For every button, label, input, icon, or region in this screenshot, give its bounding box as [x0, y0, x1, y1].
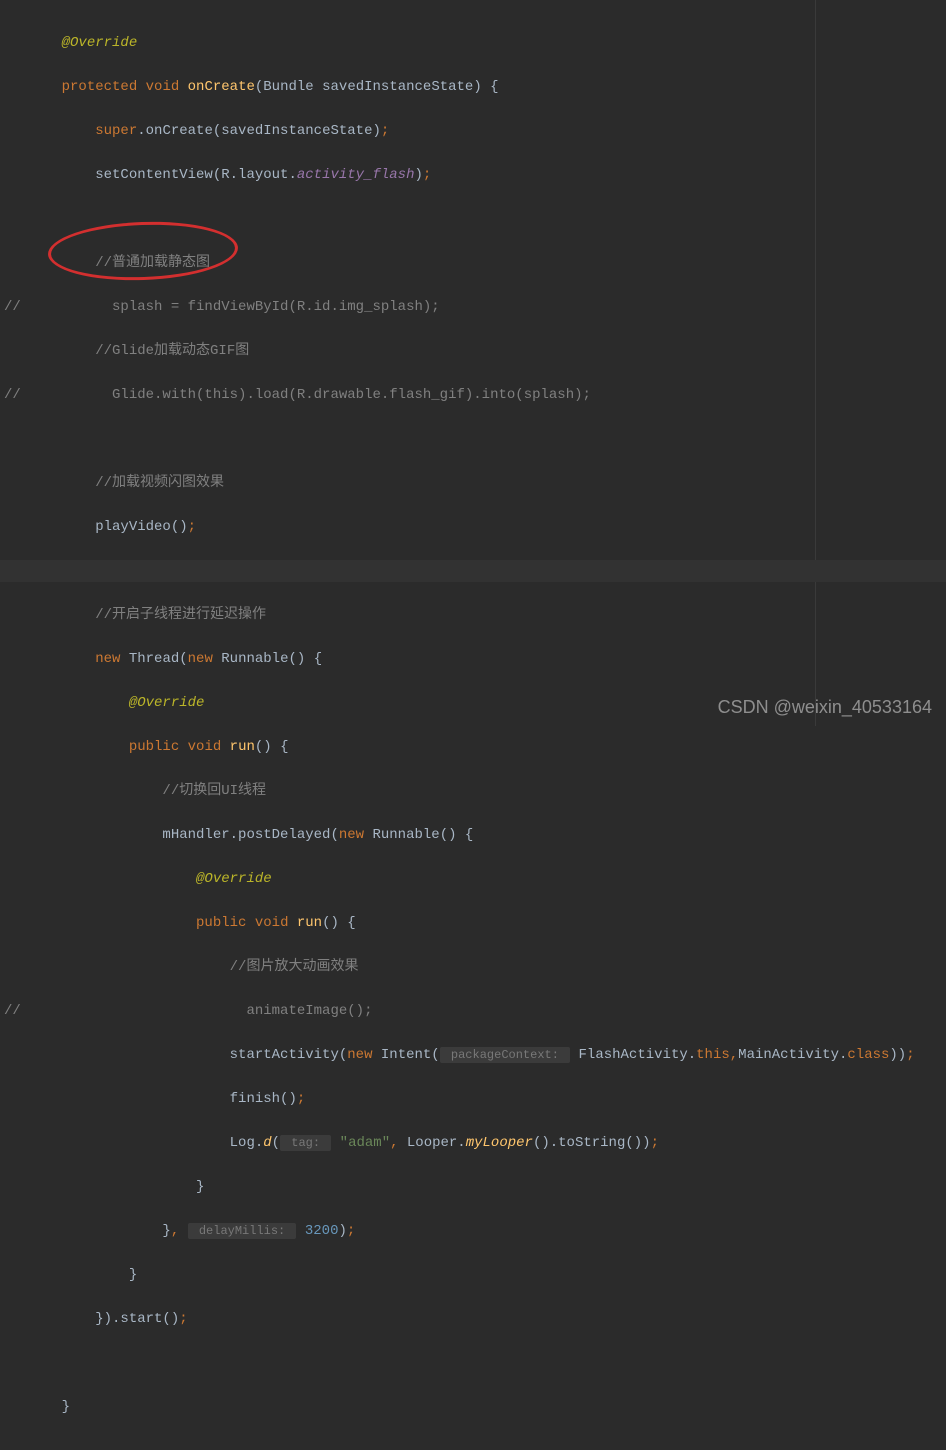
keyword-protected: protected	[62, 79, 138, 95]
parameter-hint: tag:	[280, 1135, 331, 1151]
parameter-hint: packageContext:	[440, 1047, 570, 1063]
keyword-super: super	[95, 123, 137, 139]
comment: //图片放大动画效果	[230, 959, 359, 975]
annotation: @Override	[196, 871, 272, 887]
gutter-comment: //	[4, 296, 28, 318]
comment: //开启子线程进行延迟操作	[95, 607, 266, 623]
keyword-void: void	[146, 79, 180, 95]
annotation: @Override	[62, 35, 138, 51]
comment: //切换回UI线程	[162, 783, 266, 799]
comment: //Glide加载动态GIF图	[95, 343, 249, 359]
comment-highlighted: //加载视频闪图效果	[95, 475, 224, 491]
gutter-comment: //	[4, 1000, 28, 1022]
code-editor[interactable]: @Override protected void onCreate(Bundle…	[0, 0, 946, 1450]
playvideo-call: playVideo()	[95, 519, 187, 535]
gutter-comment: //	[4, 384, 28, 406]
cursor-line	[0, 560, 946, 582]
method-oncreate: onCreate	[188, 79, 255, 95]
watermark: CSDN @weixin_40533164	[718, 696, 932, 718]
comment: //普通加载静态图	[95, 255, 210, 271]
annotation: @Override	[129, 695, 205, 711]
parameter-hint: delayMillis:	[188, 1223, 297, 1239]
